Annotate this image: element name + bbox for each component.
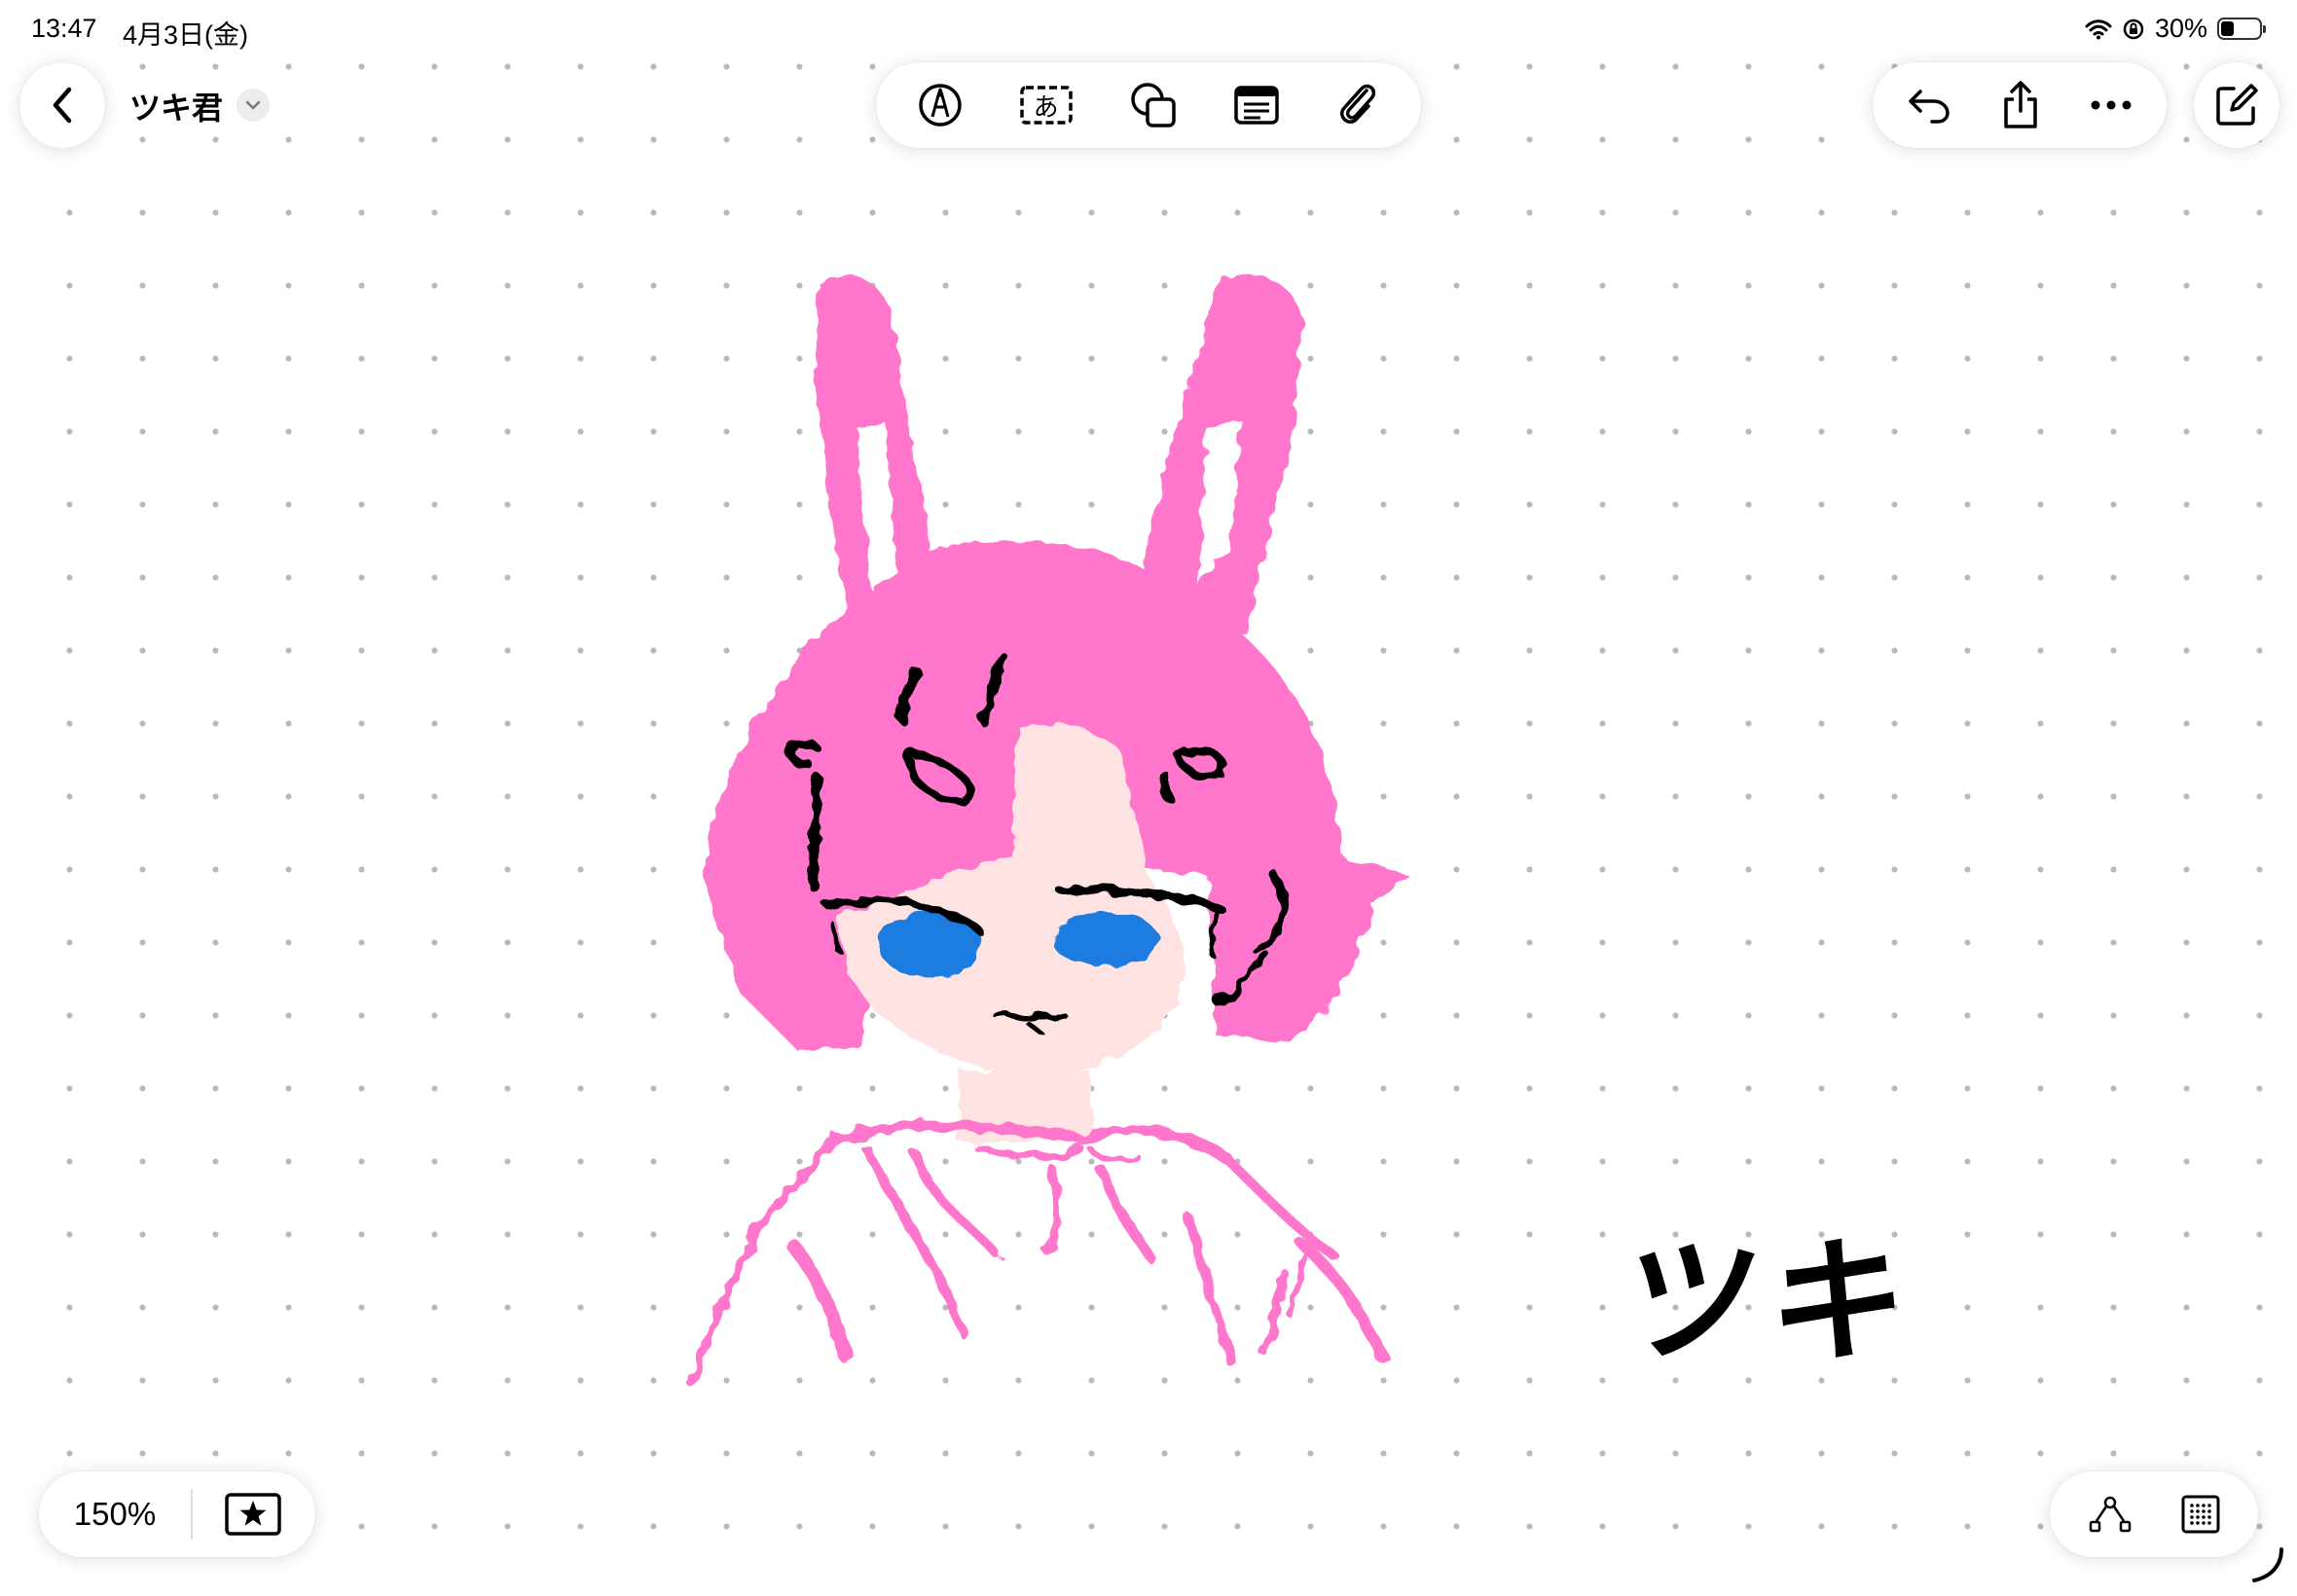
document-title[interactable]: ツキ君 <box>129 84 223 128</box>
title-menu-button[interactable] <box>237 89 270 122</box>
status-date: 4月3日(金) <box>123 20 249 50</box>
compose-icon <box>2216 84 2258 126</box>
back-button[interactable] <box>19 62 105 148</box>
star-box-icon <box>225 1493 281 1536</box>
shapes-icon <box>1131 83 1176 127</box>
bunny-character-drawing <box>686 274 1409 1387</box>
shapes-button[interactable] <box>1128 80 1179 130</box>
note-card-icon <box>1234 86 1280 125</box>
zoom-level[interactable]: 150% <box>39 1496 191 1533</box>
rotation-lock-icon <box>2123 18 2144 39</box>
action-toolbar <box>1873 62 2167 148</box>
handwritten-text: ツキ <box>1616 1223 1925 1382</box>
text-box-button[interactable]: あ <box>1019 84 1074 127</box>
zoom-controls: 150% <box>39 1471 315 1557</box>
connector-icon <box>2089 1496 2132 1533</box>
battery-icon <box>2217 18 2266 40</box>
connector-button[interactable] <box>2087 1495 2133 1534</box>
grid-icon <box>2181 1495 2220 1534</box>
pen-circle-icon <box>919 84 962 127</box>
chevron-down-icon <box>245 100 261 110</box>
note-card-button[interactable] <box>1233 84 1280 127</box>
shirt-strokes <box>686 1119 1388 1387</box>
undo-icon <box>1909 90 1950 124</box>
status-icons: 30% <box>2085 14 2266 44</box>
grid-button[interactable] <box>2180 1494 2221 1535</box>
more-icon <box>2091 100 2132 110</box>
attachment-button[interactable] <box>1335 81 1380 129</box>
wifi-icon <box>2085 18 2112 39</box>
status-bar: 13:47 4月3日(金) 30% <box>0 0 2297 62</box>
pen-tool-button[interactable] <box>917 82 964 128</box>
share-button[interactable] <box>2000 80 2041 130</box>
paperclip-icon <box>1339 84 1375 124</box>
share-icon <box>2004 81 2037 128</box>
new-board-button[interactable] <box>2194 62 2279 148</box>
right-eye <box>1051 912 1158 966</box>
insert-toolbar: あ <box>876 62 1421 148</box>
chevron-left-icon <box>53 87 72 124</box>
text-box-glyph: あ <box>1033 93 1059 123</box>
undo-button[interactable] <box>1907 86 1951 125</box>
status-time: 13:47 <box>31 14 97 43</box>
corner-handle-icon <box>2252 1547 2283 1582</box>
favorite-button[interactable] <box>193 1471 313 1557</box>
battery-percent: 30% <box>2154 14 2207 43</box>
view-controls <box>2050 1471 2258 1557</box>
more-button[interactable] <box>2090 99 2133 111</box>
battery-level <box>2221 21 2234 36</box>
